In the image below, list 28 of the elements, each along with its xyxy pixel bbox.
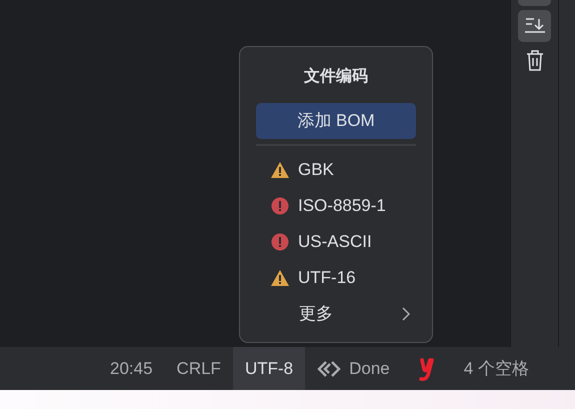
more-menu-item[interactable]: 更多	[256, 296, 416, 332]
popup-title: 文件编码	[303, 66, 369, 87]
warning-icon	[270, 269, 290, 287]
warning-icon	[270, 161, 290, 179]
encoding-option[interactable]: US-ASCII	[256, 224, 416, 260]
status-item[interactable]: CRLF	[164, 347, 233, 390]
trash-icon	[526, 49, 544, 71]
encoding-label: US-ASCII	[298, 231, 372, 254]
status-item[interactable]: 4 个空格	[452, 347, 541, 390]
encoding-label: ISO-8859-1	[298, 195, 386, 218]
status-label: Done	[349, 358, 390, 380]
encoding-label: GBK	[298, 159, 334, 182]
chevron-right-icon	[402, 307, 410, 321]
status-item[interactable]: UTF-8	[232, 347, 306, 390]
more-label: 更多	[299, 303, 333, 326]
encoding-label: UTF-16	[298, 267, 356, 290]
scroll-to-end-button[interactable]	[518, 10, 551, 42]
encoding-option[interactable]: ISO-8859-1	[256, 188, 416, 224]
error-icon	[270, 233, 290, 251]
code-icon	[317, 358, 342, 378]
encoding-option[interactable]: UTF-16	[256, 260, 416, 296]
status-item[interactable]: 20:45	[98, 347, 165, 390]
encoding-option[interactable]: GBK	[256, 152, 416, 188]
error-icon	[270, 197, 290, 215]
code-style-widget[interactable]: Done	[305, 347, 402, 390]
sort-down-icon	[524, 16, 546, 36]
add-bom-button[interactable]: 添加 BOM	[256, 103, 416, 139]
logo-icon	[418, 356, 436, 380]
